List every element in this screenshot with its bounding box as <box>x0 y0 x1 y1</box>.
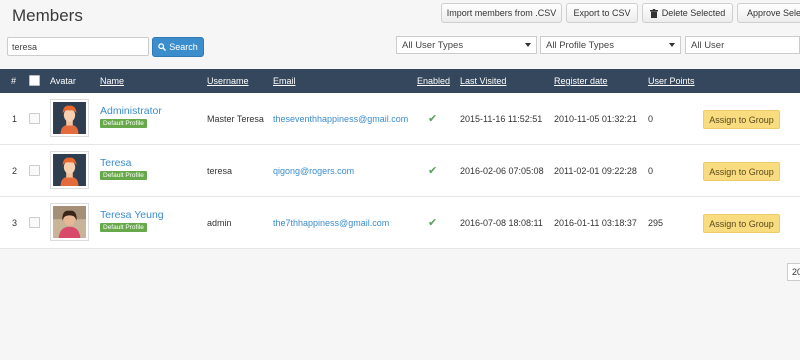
row-checkbox[interactable] <box>29 217 40 228</box>
check-icon[interactable]: ✔ <box>428 93 437 144</box>
last-visited: 2015-11-16 11:52:51 <box>460 113 543 124</box>
header-index: # <box>11 76 17 86</box>
member-name-link[interactable]: Teresa Yeung <box>100 209 164 221</box>
profile-badge: Default Profile <box>100 171 147 180</box>
email-link[interactable]: theseventhhappiness@gmail.com <box>273 93 408 144</box>
user-photo[interactable] <box>50 203 89 241</box>
header-enabled[interactable]: Enabled <box>417 76 450 86</box>
register-date: 2010-11-05 01:32:21 <box>554 113 637 124</box>
last-visited: 2016-07-08 18:08:11 <box>460 217 543 228</box>
header-avatar: Avatar <box>50 76 76 86</box>
profile-types-select[interactable]: All Profile Types <box>540 36 681 54</box>
row-index: 2 <box>12 165 18 176</box>
check-icon[interactable]: ✔ <box>428 197 437 248</box>
row-index: 1 <box>12 113 18 124</box>
email-link[interactable]: qigong@rogers.com <box>273 145 354 196</box>
assign-to-group-button[interactable]: Assign to Group <box>703 110 780 129</box>
profile-types-value: All Profile Types <box>546 39 614 51</box>
last-visited: 2016-02-06 07:05:08 <box>460 165 544 176</box>
register-date: 2016-01-11 03:18:37 <box>554 217 637 228</box>
user-points: 295 <box>648 217 664 228</box>
register-date: 2011-02-01 09:22:28 <box>554 165 637 176</box>
search-input[interactable] <box>7 37 149 56</box>
user-points: 0 <box>648 113 654 124</box>
chevron-down-icon <box>669 43 675 47</box>
username: Master Teresa <box>207 113 264 124</box>
header-name[interactable]: Name <box>100 76 124 86</box>
select-all-checkbox[interactable] <box>29 75 40 86</box>
import-csv-label: Import members from .CSV <box>446 8 557 18</box>
name-block: Teresa Default Profile <box>100 157 147 180</box>
email-link[interactable]: the7thhappiness@gmail.com <box>273 197 389 248</box>
delete-selected-label: Delete Selected <box>661 8 726 18</box>
delete-selected-button[interactable]: Delete Selected <box>642 3 733 23</box>
import-csv-button[interactable]: Import members from .CSV <box>441 3 562 23</box>
name-block: Administrator Default Profile <box>100 105 162 128</box>
username: admin <box>207 217 232 228</box>
profile-badge: Default Profile <box>100 223 147 232</box>
member-name-link[interactable]: Administrator <box>100 105 162 117</box>
member-name-link[interactable]: Teresa <box>100 157 147 169</box>
assign-to-group-button[interactable]: Assign to Group <box>703 162 780 181</box>
header-email[interactable]: Email <box>273 76 296 86</box>
user-points: 0 <box>648 165 654 176</box>
row-index: 3 <box>12 217 18 228</box>
table-header: # Avatar Name Username Email Enabled Las… <box>0 69 800 93</box>
table-row: 2 Teresa Default Profile teresa qigong@r… <box>0 145 800 197</box>
table-row: 1 Administrator Default Profile Master T… <box>0 93 800 145</box>
users-select[interactable]: All User <box>685 36 800 54</box>
username: teresa <box>207 165 233 176</box>
name-block: Teresa Yeung Default Profile <box>100 209 164 232</box>
chevron-down-icon <box>525 43 531 47</box>
table-row: 3 Teresa Yeung Default Profile admin the… <box>0 197 800 249</box>
trash-icon <box>649 8 658 18</box>
assign-to-group-button[interactable]: Assign to Group <box>703 214 780 233</box>
page-title: Members <box>12 6 83 25</box>
user-types-value: All User Types <box>402 39 464 51</box>
export-csv-label: Export to CSV <box>573 8 631 18</box>
header-username[interactable]: Username <box>207 76 249 86</box>
search-button-label: Search <box>169 42 198 52</box>
search-icon <box>158 43 167 51</box>
page-size-select[interactable]: 20 <box>787 263 800 281</box>
header-register-date[interactable]: Register date <box>554 76 608 86</box>
check-icon[interactable]: ✔ <box>428 145 437 196</box>
approve-selected-label: Approve Sele <box>747 8 800 18</box>
export-csv-button[interactable]: Export to CSV <box>566 3 638 23</box>
default-avatar-icon[interactable] <box>50 99 89 137</box>
row-checkbox[interactable] <box>29 165 40 176</box>
members-table-body: 1 Administrator Default Profile Master T… <box>0 93 800 249</box>
approve-selected-button[interactable]: Approve Sele <box>737 3 800 23</box>
profile-badge: Default Profile <box>100 119 147 128</box>
header-last-visited[interactable]: Last Visited <box>460 76 506 86</box>
header-user-points[interactable]: User Points <box>648 76 695 86</box>
default-avatar-icon[interactable] <box>50 151 89 189</box>
search-button[interactable]: Search <box>152 37 204 57</box>
row-checkbox[interactable] <box>29 113 40 124</box>
users-select-value: All User <box>691 39 725 51</box>
user-types-select[interactable]: All User Types <box>396 36 537 54</box>
